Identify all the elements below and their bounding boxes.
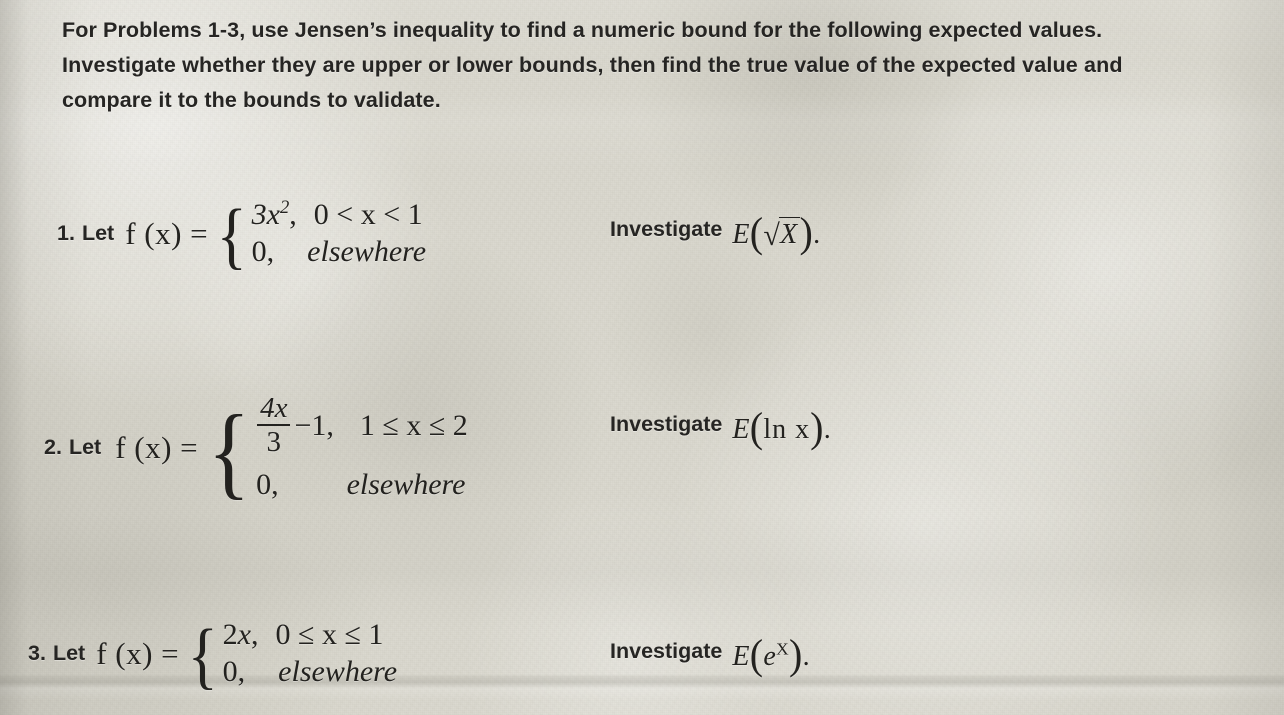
problem-3-investigate: Investigate E(eX). — [610, 628, 810, 679]
problem-1-number: 1. — [57, 221, 75, 246]
problem-1-cases: 3x2, 0 < x < 1 0, elsewhere — [251, 197, 427, 268]
problem-3-case-row-2: 0, elsewhere — [222, 654, 398, 688]
problem-1-case-2-value: 0, — [251, 234, 275, 268]
problem-1-investigate: Investigate E(√X). — [610, 206, 821, 257]
instructions-line-3: compare it to the bounds to validate. — [62, 88, 441, 112]
problem-2-case-1-fraction: 4x 3 — [257, 392, 291, 458]
problem-1-function-name: f (x) = — [125, 215, 209, 251]
problem-1-case-1-value: 3x2, — [251, 197, 297, 231]
problem-1: 1. Let f (x) = { 3x2, 0 < x < 1 0, elsew… — [57, 194, 427, 277]
instructions-line-1: For Problems 1-3, use Jensen’s inequalit… — [62, 18, 1103, 42]
problem-2-case-1-tail: −1, — [294, 409, 334, 443]
worksheet-page: For Problems 1-3, use Jensen’s inequalit… — [0, 0, 1284, 715]
problem-1-case-1-condition: 0 < x < 1 — [313, 198, 423, 231]
problem-3-case-1-value: 2x, — [222, 618, 259, 651]
content-layer: For Problems 1-3, use Jensen’s inequalit… — [0, 0, 1284, 715]
problem-2: 2. Let f (x) = { 4x 3 −1, 1 ≤ x ≤ 2 0, e… — [44, 392, 468, 509]
problem-3-function-name: f (x) = — [96, 635, 180, 671]
problem-2-function-name: f (x) = — [115, 429, 199, 465]
problem-2-case-2-value: 0, — [256, 468, 279, 501]
problem-1-case-row-1: 3x2, 0 < x < 1 — [251, 197, 426, 231]
problem-1-let-label: Let — [81, 221, 115, 246]
fraction-denominator: 3 — [266, 426, 282, 458]
problem-3-case-1-condition: 0 ≤ x ≤ 1 — [275, 618, 384, 651]
problem-1-case-row-2: 0, elsewhere — [251, 234, 427, 268]
problem-3-number: 3. — [28, 641, 46, 666]
problem-3: 3. Let f (x) = { 2x, 0 ≤ x ≤ 1 0, elsewh… — [28, 614, 398, 697]
problem-3-case-2-condition: elsewhere — [278, 654, 398, 688]
fraction-numerator: 4x — [260, 392, 288, 424]
problem-2-case-row-1: 4x 3 −1, 1 ≤ x ≤ 2 — [256, 392, 468, 458]
problem-2-cases: 4x 3 −1, 1 ≤ x ≤ 2 0, elsewhere — [256, 392, 468, 501]
problem-3-case-row-1: 2x, 0 ≤ x ≤ 1 — [222, 618, 397, 651]
problem-3-let-label: Let — [52, 641, 86, 666]
problem-2-case-row-2: 0, elsewhere — [256, 468, 468, 501]
problem-3-case-2-value: 0, — [222, 654, 246, 688]
problem-2-case-2-condition: elsewhere — [346, 468, 466, 501]
problem-1-investigate-label: Investigate — [610, 217, 723, 241]
problem-3-investigate-expression: E(eX). — [732, 630, 810, 679]
problem-3-cases: 2x, 0 ≤ x ≤ 1 0, elsewhere — [222, 618, 398, 688]
problem-2-let-label: Let — [68, 435, 102, 460]
problem-2-investigate-label: Investigate — [610, 412, 723, 436]
problem-2-number: 2. — [44, 435, 62, 460]
problem-1-case-2-condition: elsewhere — [307, 234, 427, 268]
instructions-line-2: Investigate whether they are upper or lo… — [62, 53, 1123, 77]
problem-3-investigate-label: Investigate — [610, 639, 723, 663]
problem-2-investigate-expression: E(ln x). — [732, 403, 832, 452]
problem-1-investigate-expression: E(√X). — [732, 208, 821, 257]
problem-2-investigate: Investigate E(ln x). — [610, 401, 832, 452]
instructions-paragraph: For Problems 1-3, use Jensen’s inequalit… — [62, 13, 1252, 118]
problem-2-case-1-condition: 1 ≤ x ≤ 2 — [359, 409, 468, 443]
